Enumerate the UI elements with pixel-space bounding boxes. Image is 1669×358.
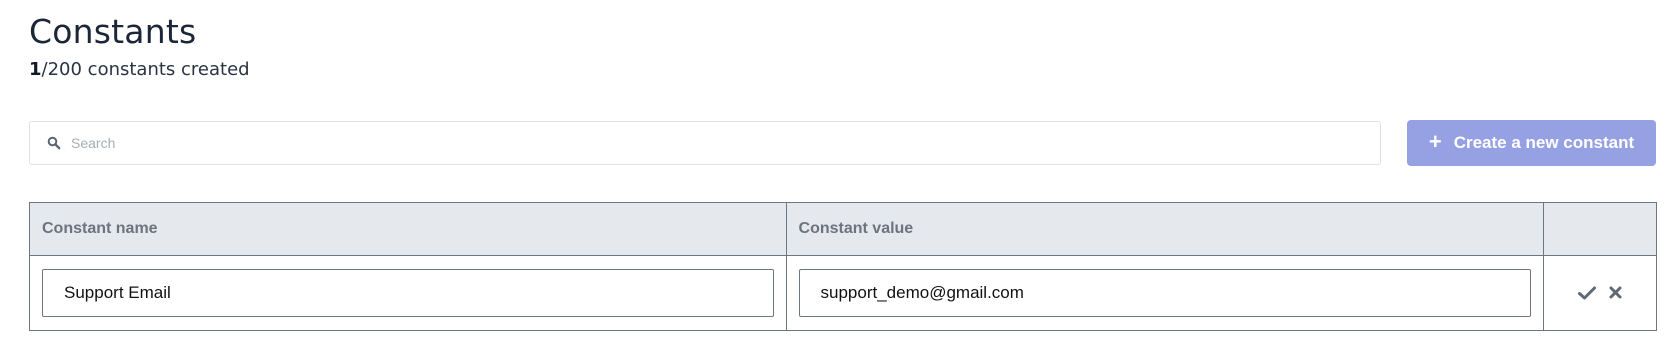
table-header-row: Constant name Constant value [29,202,1657,256]
close-icon[interactable] [1609,286,1622,299]
search-input[interactable] [71,122,1380,164]
actions-cell [1543,255,1657,331]
constants-count-rest: /200 constants created [41,59,250,80]
create-constant-button[interactable]: + Create a new constant [1407,120,1656,166]
page-title: Constants [29,12,197,51]
create-constant-label: Create a new constant [1453,133,1635,152]
table-row [29,255,1657,331]
column-header-actions [1543,202,1657,256]
plus-icon: + [1428,129,1442,154]
constant-name-input[interactable] [42,269,774,317]
column-header-name: Constant name [29,202,787,256]
constants-table: Constant name Constant value [29,202,1657,331]
search-box[interactable] [29,121,1381,165]
constants-page: Constants 1/200 constants created + Crea… [0,0,1669,358]
constant-value-input[interactable] [798,269,1532,317]
constants-count-current: 1 [29,59,42,80]
column-header-value: Constant value [785,202,1545,256]
check-icon[interactable] [1578,286,1597,300]
value-cell [785,255,1545,331]
name-cell [29,255,787,331]
constants-count: 1/200 constants created [29,59,250,80]
search-icon [47,136,61,150]
